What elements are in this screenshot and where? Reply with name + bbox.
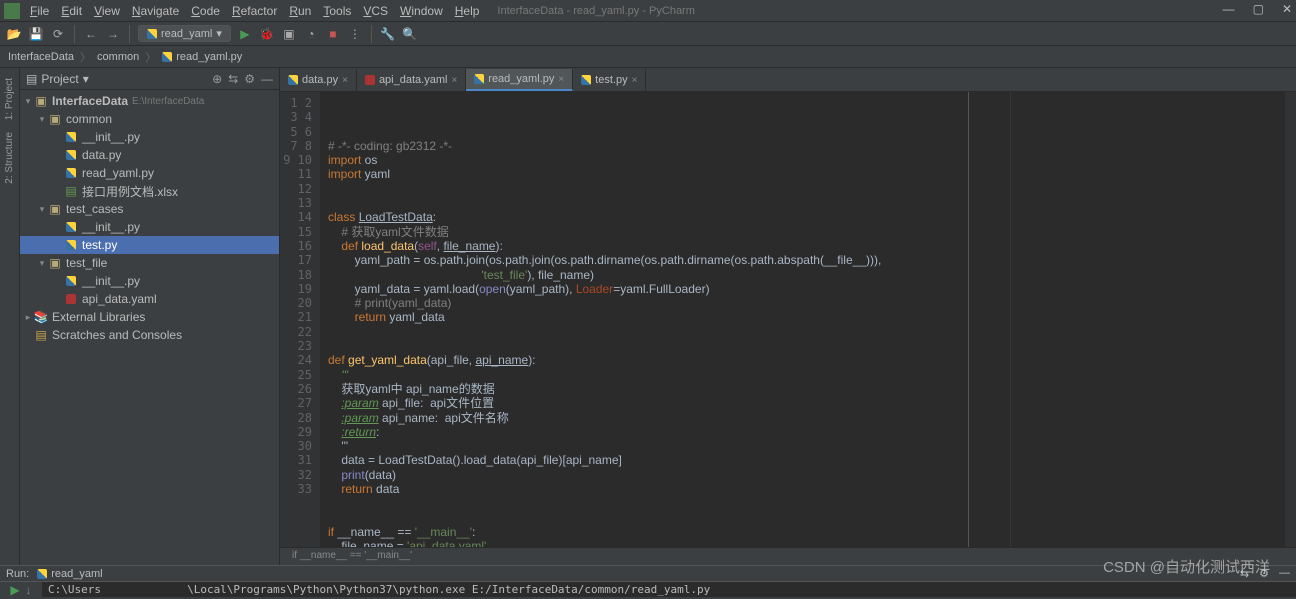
tree-file[interactable]: __init__.py <box>20 272 279 290</box>
minimize-icon[interactable]: — <box>1223 2 1235 16</box>
run-tool-window: Run: read_yaml ⇆ ⚙ — ▶ ↓ C:\Users \Local… <box>0 565 1296 597</box>
menu-tools[interactable]: Tools <box>317 2 357 20</box>
crumb-project[interactable]: InterfaceData <box>8 51 74 63</box>
close-icon[interactable]: ✕ <box>1282 2 1292 16</box>
structure-tool-tab[interactable]: 2: Structure <box>2 126 17 190</box>
yaml-icon <box>365 75 375 85</box>
menu-edit[interactable]: Edit <box>55 2 88 20</box>
build-icon[interactable]: 🔧 <box>380 26 396 42</box>
editor-tab[interactable]: api_data.yaml× <box>357 69 466 91</box>
hide-icon[interactable]: — <box>261 72 273 86</box>
locate-icon[interactable]: ⊕ <box>212 72 222 86</box>
py-icon <box>288 75 298 85</box>
run-config-combo[interactable]: read_yaml ▾ <box>138 25 231 42</box>
tree-folder-testcases[interactable]: ▾▣test_cases <box>20 200 279 218</box>
tab-label: test.py <box>595 74 627 86</box>
run-tab-name[interactable]: read_yaml <box>51 568 102 580</box>
tree-file-selected[interactable]: test.py <box>20 236 279 254</box>
tree-file[interactable]: __init__.py <box>20 128 279 146</box>
tree-external-libs[interactable]: ▸📚External Libraries <box>20 308 279 326</box>
menu-file[interactable]: File <box>24 2 55 20</box>
window-title: InterfaceData - read_yaml.py - PyCharm <box>497 5 694 17</box>
project-panel: ▤ Project ▾ ⊕ ⇆ ⚙ — ▾▣InterfaceDataE:\In… <box>20 68 280 565</box>
minimap[interactable] <box>1284 92 1296 547</box>
rerun-icon[interactable]: ▶ <box>10 583 19 597</box>
line-gutter: 1 2 3 4 5 6 7 8 9 10 11 12 13 14 15 16 1… <box>280 92 320 547</box>
stop-icon[interactable]: ■ <box>325 26 341 42</box>
left-tool-tabs: 1: Project 2: Structure <box>0 68 20 565</box>
settings-icon[interactable]: ⚙ <box>1259 567 1269 580</box>
close-tab-icon[interactable]: × <box>558 74 564 85</box>
menu-view[interactable]: View <box>88 2 126 20</box>
menu-navigate[interactable]: Navigate <box>126 2 185 20</box>
run-icon[interactable]: ▶ <box>237 26 253 42</box>
forward-icon[interactable]: → <box>105 26 121 42</box>
coverage-icon[interactable]: ▣ <box>281 26 297 42</box>
tree-file[interactable]: read_yaml.py <box>20 164 279 182</box>
open-icon[interactable]: 📂 <box>6 26 22 42</box>
chevron-down-icon[interactable]: ▾ <box>83 72 89 86</box>
close-tab-icon[interactable]: × <box>632 75 638 86</box>
project-tool-tab[interactable]: 1: Project <box>2 72 17 126</box>
console-output[interactable]: C:\Users \Local\Programs\Python\Python37… <box>42 582 1296 597</box>
tab-label: read_yaml.py <box>488 73 554 85</box>
toolbar: 📂 💾 ⟳ ← → read_yaml ▾ ▶ 🐞 ▣ ◔ ■ ⋮ 🔧 🔍 <box>0 22 1296 46</box>
crumb-file[interactable]: read_yaml.py <box>162 51 242 63</box>
project-label: Project <box>41 72 78 86</box>
editor-tab[interactable]: read_yaml.py × <box>466 69 573 91</box>
tree-file[interactable]: ▤接口用例文档.xlsx <box>20 182 279 200</box>
tree-file[interactable]: api_data.yaml <box>20 290 279 308</box>
tree-root[interactable]: ▾▣InterfaceDataE:\InterfaceData <box>20 92 279 110</box>
tree-file[interactable]: data.py <box>20 146 279 164</box>
editor-split <box>968 92 1284 547</box>
crumb-folder[interactable]: common <box>97 51 139 63</box>
python-icon <box>37 569 47 579</box>
app-icon <box>4 3 20 19</box>
folder-icon: ▤ <box>26 72 37 86</box>
menu-help[interactable]: Help <box>449 2 486 20</box>
close-tab-icon[interactable]: × <box>342 75 348 86</box>
tree-folder-common[interactable]: ▾▣common <box>20 110 279 128</box>
editor-panel: data.py×api_data.yaml×read_yaml.py×test.… <box>280 68 1296 565</box>
refresh-icon[interactable]: ⟳ <box>50 26 66 42</box>
back-icon[interactable]: ← <box>83 26 99 42</box>
code-area[interactable]: # -*- coding: gb2312 -*-import osimport … <box>320 92 968 547</box>
menu-bar: FileEditViewNavigateCodeRefactorRunTools… <box>0 0 1296 22</box>
profile-icon[interactable]: ◔ <box>303 26 319 42</box>
chevron-down-icon: ▾ <box>216 27 222 40</box>
gear-icon[interactable]: ⚙ <box>244 72 255 86</box>
menu-code[interactable]: Code <box>185 2 226 20</box>
run-label: Run: <box>6 568 29 580</box>
code-breadcrumb[interactable]: if __name__ == '__main__' <box>280 547 1296 565</box>
maximize-icon[interactable]: ▢ <box>1253 2 1264 16</box>
menu-refactor[interactable]: Refactor <box>226 2 283 20</box>
save-icon[interactable]: 💾 <box>28 26 44 42</box>
debug-icon[interactable]: 🐞 <box>259 26 275 42</box>
py-icon <box>581 75 591 85</box>
editor-tab[interactable]: test.py × <box>573 69 646 91</box>
hide-panel-icon[interactable]: — <box>1279 567 1290 580</box>
more-icon[interactable]: ⋮ <box>347 26 363 42</box>
tree-file[interactable]: __init__.py <box>20 218 279 236</box>
menu-run[interactable]: Run <box>283 2 317 20</box>
py-icon <box>474 74 484 84</box>
tab-label: data.py <box>302 74 338 86</box>
project-tree: ▾▣InterfaceDataE:\InterfaceData ▾▣common… <box>20 90 279 565</box>
menu-vcs[interactable]: VCS <box>357 2 394 20</box>
run-config-label: read_yaml <box>161 28 212 40</box>
tree-scratches[interactable]: ▤Scratches and Consoles <box>20 326 279 344</box>
editor-tab[interactable]: data.py × <box>280 69 357 91</box>
python-icon <box>147 29 157 39</box>
down-icon[interactable]: ↓ <box>26 583 32 597</box>
tree-folder-testfile[interactable]: ▾▣test_file <box>20 254 279 272</box>
editor-tabs: data.py×api_data.yaml×read_yaml.py×test.… <box>280 68 1296 92</box>
expand-icon[interactable]: ⇆ <box>228 72 238 86</box>
breadcrumb: InterfaceData 〉 common 〉 read_yaml.py <box>0 46 1296 68</box>
close-tab-icon[interactable]: × <box>451 75 457 86</box>
soft-wrap-icon[interactable]: ⇆ <box>1240 567 1249 580</box>
search-icon[interactable]: 🔍 <box>402 26 418 42</box>
menu-window[interactable]: Window <box>394 2 449 20</box>
tab-label: api_data.yaml <box>379 74 448 86</box>
